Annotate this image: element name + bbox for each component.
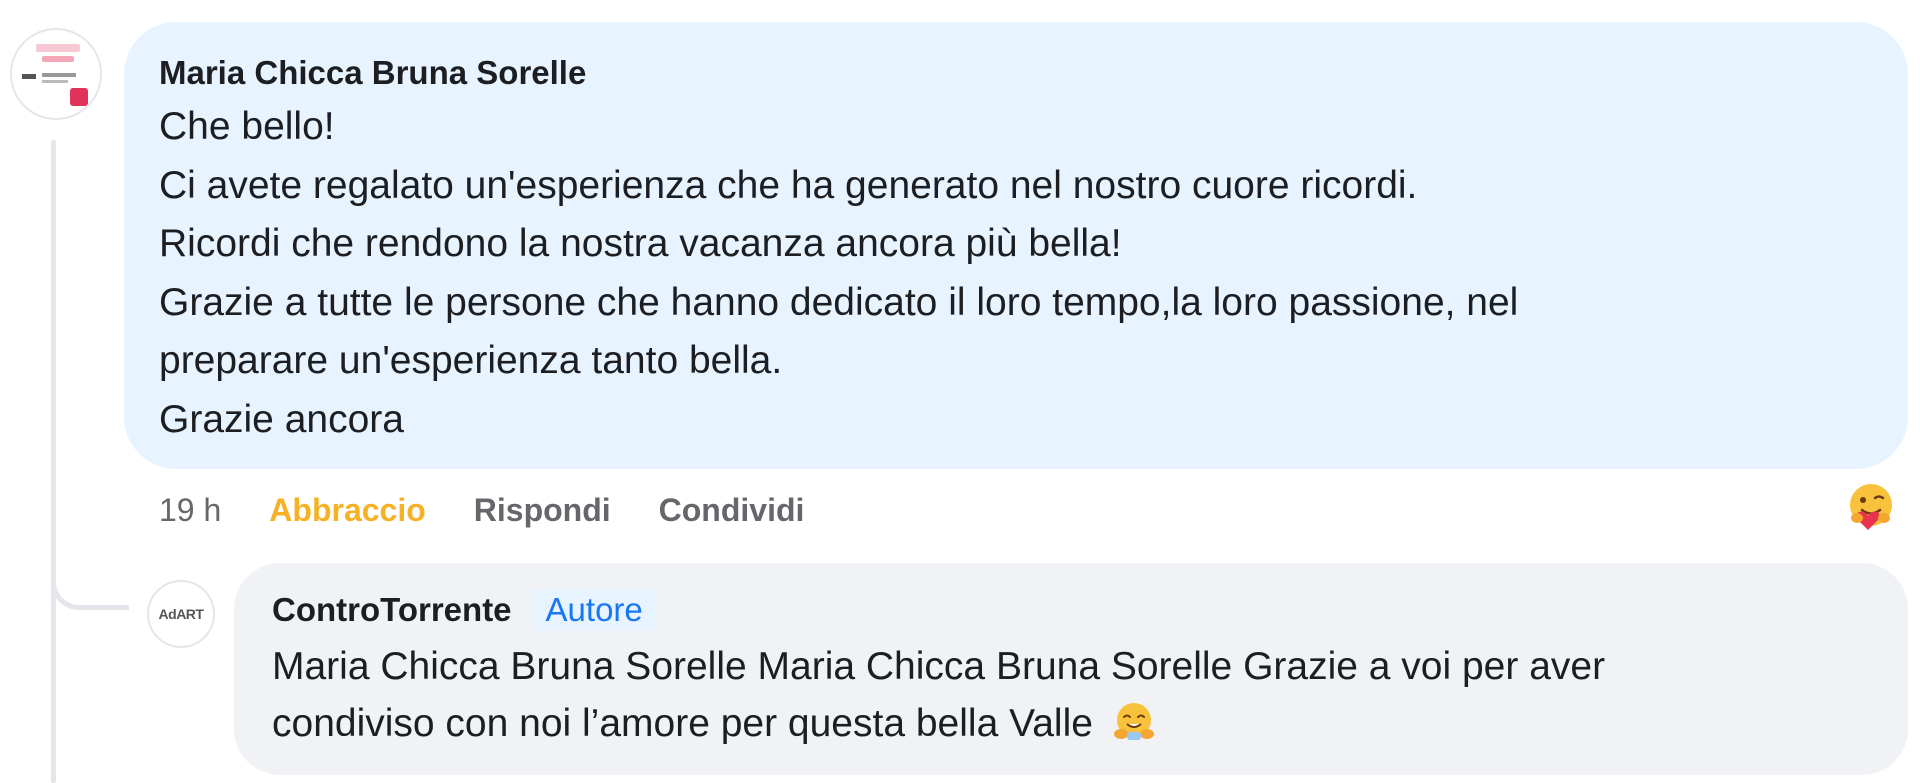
thread-connector <box>51 560 129 610</box>
reply-line-with-emoji: condiviso con noi l’amore per questa bel… <box>272 695 1892 752</box>
reply-author-name[interactable]: ControTorrente <box>272 591 512 629</box>
commenter-avatar[interactable] <box>10 28 102 120</box>
reply-author-avatar[interactable]: AdART <box>147 580 215 648</box>
reply-text: Maria Chicca Bruna Sorelle Maria Chicca … <box>272 638 1892 752</box>
comment-actions: 19 h Abbraccio Rispondi Condividi <box>159 486 804 534</box>
share-button[interactable]: Condividi <box>659 492 805 529</box>
comment-line: Grazie a tutte le persone che hanno dedi… <box>159 280 1519 324</box>
reply-header: ControTorrente Autore <box>272 585 655 635</box>
reply-button[interactable]: Rispondi <box>474 492 611 529</box>
comment-timestamp[interactable]: 19 h <box>159 492 221 529</box>
comment-line: Ricordi che rendono la nostra vacanza an… <box>159 222 1122 265</box>
comment-line: Grazie ancora <box>159 397 404 441</box>
comment-author-name[interactable]: Maria Chicca Bruna Sorelle <box>159 54 586 92</box>
reply-line: Maria Chicca Bruna Sorelle Maria Chicca … <box>272 645 1606 688</box>
comment-line: Che bello! <box>159 105 335 148</box>
comment-line: Ci avete regalato un'esperienza che ha g… <box>159 163 1418 207</box>
comment-thread: Maria Chicca Bruna Sorelle Che bello! Ci… <box>0 0 1920 783</box>
thread-line <box>51 140 56 783</box>
comment-text: Che bello! Ci avete regalato un'esperien… <box>159 98 1859 449</box>
hugging-face-emoji-icon <box>1113 703 1154 740</box>
avatar-initials: AdART <box>158 606 204 622</box>
comment-line: preparare un'esperienza tanto bella. <box>159 339 783 382</box>
author-badge: Autore <box>533 589 655 631</box>
reply-line: condiviso con noi l’amore per questa bel… <box>272 702 1093 745</box>
hug-emoji-icon[interactable] <box>1844 480 1898 534</box>
reaction-button[interactable]: Abbraccio <box>269 492 425 529</box>
